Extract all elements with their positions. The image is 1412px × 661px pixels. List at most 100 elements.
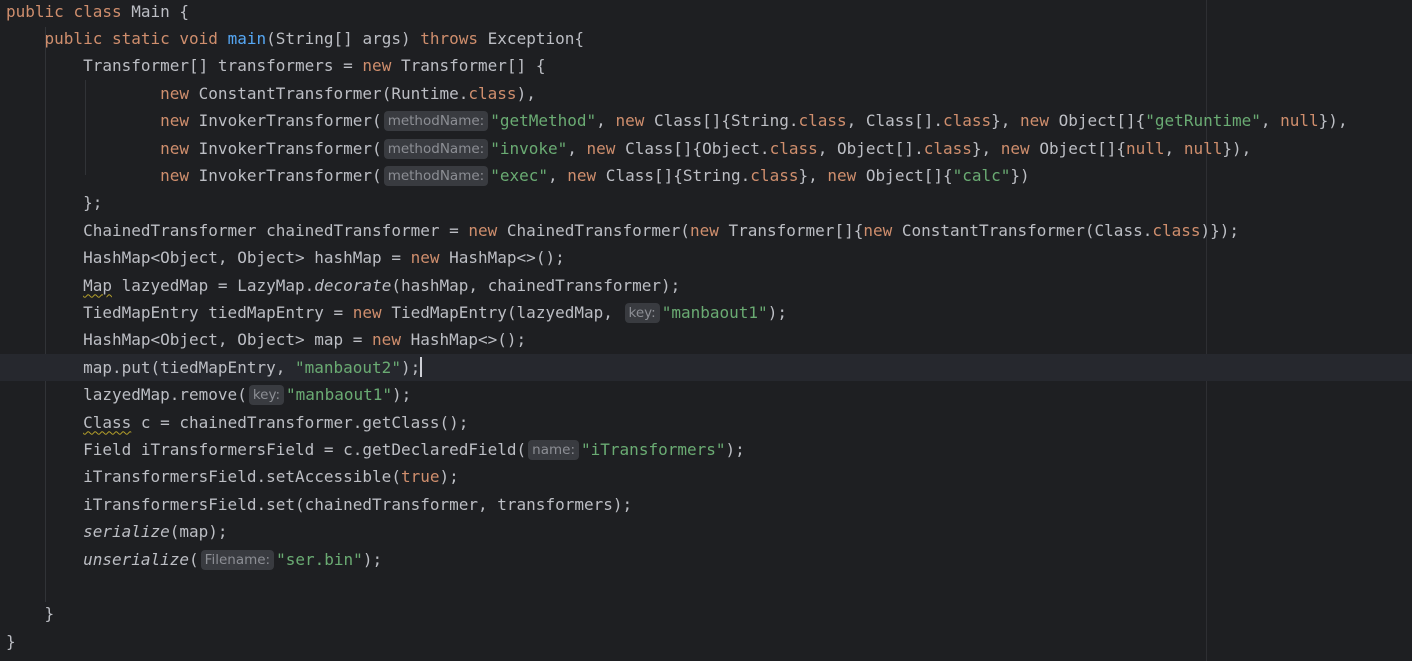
code-token: } — [6, 631, 16, 651]
code-token: } — [6, 604, 55, 624]
code-token: , — [596, 111, 616, 131]
code-token: , — [1164, 138, 1184, 158]
code-token: ChainedTransformer chainedTransformer = — [6, 220, 469, 240]
code-keyword: new — [1000, 138, 1030, 158]
code-line[interactable]: }; — [0, 189, 102, 216]
code-token: TiedMapEntry(lazyedMap, — [381, 302, 623, 322]
code-string: "iTransformers" — [581, 439, 726, 459]
code-token: Exception{ — [478, 28, 584, 48]
code-editor[interactable]: public class Main { public static void m… — [0, 0, 1412, 661]
code-line[interactable]: Transformer[] transformers = new Transfo… — [0, 52, 545, 79]
code-line[interactable]: serialize(map); — [0, 518, 228, 545]
code-line[interactable]: Class c = chainedTransformer.getClass(); — [0, 409, 468, 436]
code-line[interactable]: ChainedTransformer chainedTransformer = … — [0, 217, 1239, 244]
code-token: )}); — [1200, 220, 1240, 240]
code-string: "getRuntime" — [1145, 111, 1261, 131]
code-keyword: new — [160, 165, 190, 185]
code-token: ); — [439, 467, 459, 487]
code-line[interactable]: unserialize(Filename: "ser.bin"); — [0, 546, 382, 573]
code-token: }), — [1318, 111, 1348, 131]
code-token: ); — [362, 549, 383, 569]
code-token: iTransformersField.setAccessible( — [6, 467, 401, 487]
code-token: Object[]{ — [1048, 111, 1146, 131]
code-line[interactable]: iTransformersField.set(chainedTransforme… — [0, 491, 632, 518]
code-keyword: class — [73, 1, 122, 21]
text-caret — [420, 356, 422, 377]
code-token: lazyedMap.remove( — [6, 385, 247, 405]
code-string: "calc" — [952, 165, 1011, 185]
code-token: TiedMapEntry tiedMapEntry = — [6, 302, 353, 322]
code-keyword: class — [750, 165, 799, 185]
code-keyword: class — [468, 83, 517, 103]
code-keyword: new — [567, 165, 597, 185]
code-line[interactable]: } — [0, 628, 16, 655]
code-string: "exec" — [490, 165, 548, 185]
code-keyword: new — [689, 220, 719, 240]
code-token: ), — [516, 83, 536, 103]
code-keyword: class — [923, 138, 972, 158]
code-line[interactable]: public class Main { — [0, 0, 189, 25]
code-string: "manbaout1" — [286, 385, 392, 405]
code-line[interactable]: lazyedMap.remove(key: "manbaout1"); — [0, 381, 411, 408]
right-margin-guide — [1206, 0, 1207, 661]
code-line[interactable]: HashMap<Object, Object> map = new HashMa… — [0, 326, 526, 353]
code-keyword: null — [1126, 138, 1165, 158]
code-token: ( — [189, 549, 199, 569]
code-string: "invoke" — [490, 138, 568, 158]
code-line[interactable]: new InvokerTransformer(methodName: "invok… — [0, 135, 1251, 162]
code-token: HashMap<>(); — [400, 330, 527, 350]
code-token: ); — [400, 357, 421, 377]
code-keyword: new — [160, 111, 190, 131]
code-token: HashMap<Object, Object> map = — [6, 330, 373, 350]
code-keyword: new — [827, 165, 857, 185]
code-line[interactable]: Field iTransformersField = c.getDeclared… — [0, 436, 745, 463]
code-line[interactable]: iTransformersField.setAccessible(true); — [0, 463, 459, 490]
code-token: , — [1260, 111, 1281, 131]
code-token: Object[]{ — [1029, 138, 1127, 158]
code-line[interactable]: new InvokerTransformer(methodName: "getMe… — [0, 107, 1348, 134]
code-keyword: void — [179, 28, 218, 48]
code-token: , — [567, 138, 587, 158]
code-token: lazyedMap = LazyMap. — [111, 275, 315, 295]
code-token: ); — [767, 302, 787, 322]
code-token: }), — [1222, 138, 1252, 158]
code-line[interactable]: new InvokerTransformer(methodName: "exec"… — [0, 162, 1030, 189]
code-line[interactable]: public static void main(String[] args) t… — [0, 25, 584, 52]
code-keyword: class — [769, 138, 818, 158]
parameter-hint: key: — [248, 385, 285, 406]
code-line[interactable]: TiedMapEntry tiedMapEntry = new TiedMapE… — [0, 299, 787, 326]
code-token: }) — [1010, 165, 1030, 185]
code-line[interactable] — [0, 573, 6, 600]
code-string: "manbaout2" — [294, 357, 401, 377]
code-token: ); — [725, 439, 745, 459]
code-string: "getMethod" — [490, 111, 597, 131]
code-token: Object[]{ — [856, 165, 953, 185]
code-keyword: public — [6, 1, 64, 21]
code-line[interactable]: Map lazyedMap = LazyMap.decorate(hashMap… — [0, 272, 680, 299]
code-token: }, — [971, 138, 1001, 158]
code-keyword: new — [615, 111, 645, 131]
code-string: "manbaout1" — [661, 302, 768, 322]
code-line[interactable]: HashMap<Object, Object> hashMap = new Ha… — [0, 244, 565, 271]
code-line[interactable]: } — [0, 600, 55, 627]
code-token: Main { — [121, 1, 190, 21]
code-keyword: new — [410, 248, 440, 268]
code-keyword: class — [942, 111, 992, 131]
code-token: ConstantTransformer(Runtime. — [189, 83, 469, 103]
code-keyword: new — [863, 220, 893, 240]
code-keyword: new — [468, 220, 498, 240]
code-keyword: null — [1280, 111, 1319, 131]
code-token: main — [227, 28, 267, 48]
code-token: }, — [991, 111, 1021, 131]
code-line[interactable]: new ConstantTransformer(Runtime.class), — [0, 80, 536, 107]
code-token: ChainedTransformer( — [497, 220, 690, 240]
parameter-hint: methodName: — [383, 111, 489, 132]
code-keyword: new — [372, 330, 401, 350]
code-line[interactable]: map.put(tiedMapEntry, "manbaout2"); — [0, 353, 1412, 382]
